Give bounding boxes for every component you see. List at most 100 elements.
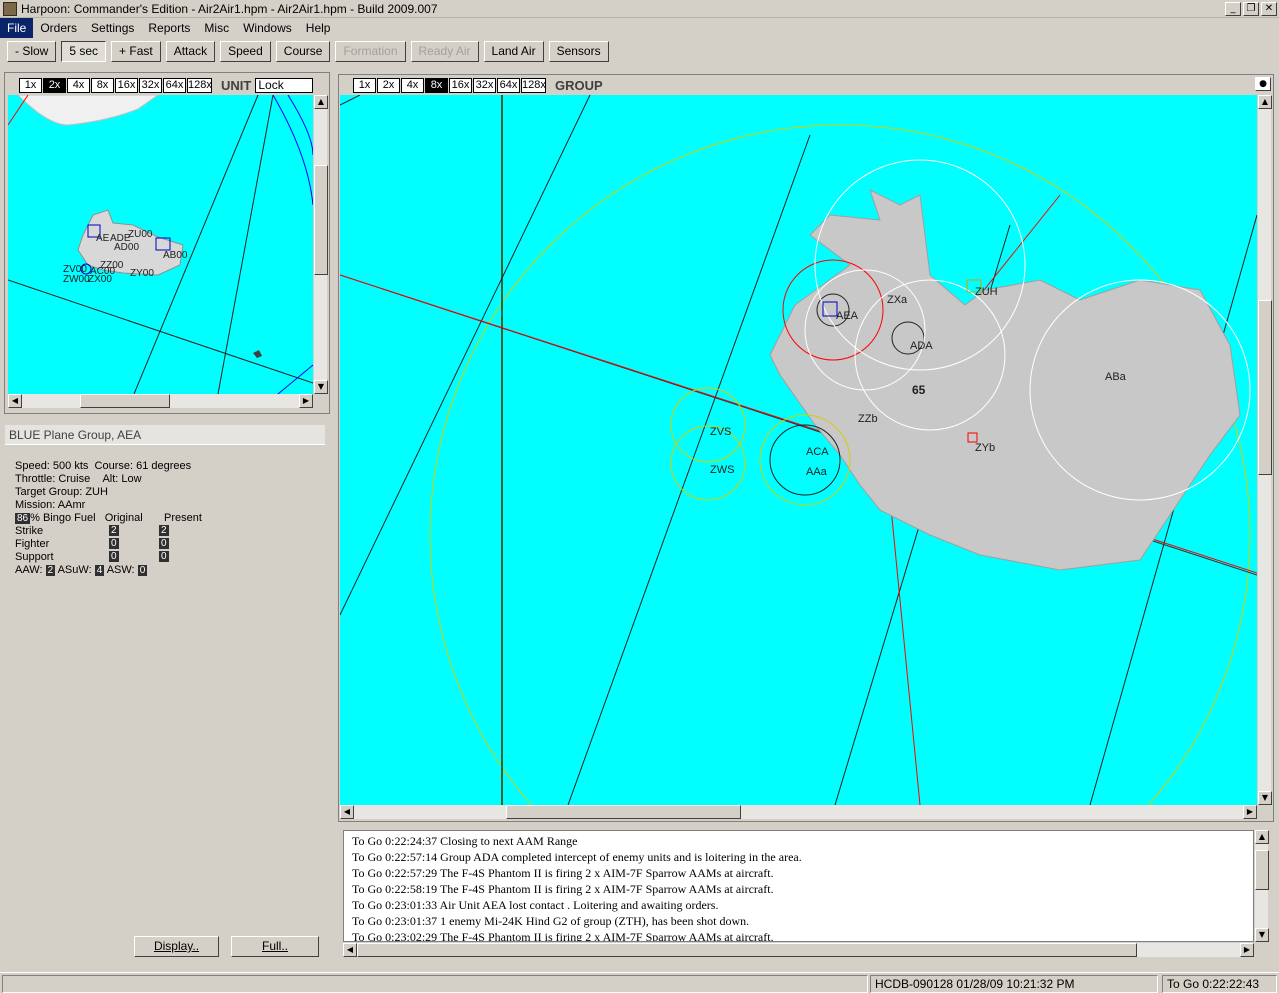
scroll-thumb[interactable] (1255, 850, 1269, 890)
scroll-right-icon[interactable]: ▶ (299, 394, 313, 408)
iceland-landmass (769, 189, 1241, 571)
group-zoom-2x[interactable]: 2x (377, 77, 400, 93)
mission-text: Mission: AAmr (15, 499, 86, 511)
close-icon[interactable]: ✕ (1261, 1, 1277, 16)
asuw-value: 4 (94, 565, 105, 576)
scroll-left-icon[interactable]: ◀ (340, 805, 354, 819)
range-circle-aca (759, 414, 851, 506)
unit-range-arc (272, 95, 313, 206)
scroll-right-icon[interactable]: ▶ (1243, 805, 1257, 819)
row-name: Fighter (15, 538, 50, 550)
group-map-canvas[interactable]: AEA ZXa ZUH ADA ABa 65 ZZb ZVS ACA AAa Z… (340, 95, 1257, 805)
unit-zoom-128x[interactable]: 128x (187, 77, 212, 93)
group-map-hscroll[interactable]: ◀ ▶ (340, 805, 1257, 819)
message-log[interactable]: To Go 0:22:24:37 Closing to next AAM Ran… (343, 830, 1254, 942)
menu-orders[interactable]: Orders (33, 18, 84, 38)
time-step-button[interactable]: 5 sec (61, 40, 107, 62)
course-text: Course: 61 degrees (94, 460, 192, 472)
row-present: 2 (159, 525, 169, 536)
lock-field[interactable]: Lock (255, 77, 314, 93)
group-zoom-128x[interactable]: 128x (521, 77, 546, 93)
log-line: To Go 0:22:57:29 The F-4S Phantom II is … (352, 866, 774, 880)
unit-zoom-1x[interactable]: 1x (19, 77, 42, 93)
grid-line-2 (567, 134, 811, 805)
aaw-value: 2 (45, 565, 56, 576)
unit-zoom-32x[interactable]: 32x (139, 77, 162, 93)
toolbar: - Slow 5 sec + Fast Attack Speed Course … (0, 39, 1279, 63)
map-label-zyb: ZYb (975, 442, 996, 454)
faroe-islands (253, 350, 262, 358)
unit-label-zw00: ZW00 (63, 274, 90, 285)
scroll-left-icon[interactable]: ◀ (343, 943, 357, 957)
land-air-button[interactable]: Land Air (483, 40, 544, 62)
unit-zoom-4x[interactable]: 4x (67, 77, 90, 93)
row-original: 2 (109, 525, 119, 536)
scroll-down-icon[interactable]: ▼ (314, 380, 328, 394)
unit-label-ac00: AC00 (90, 266, 116, 277)
menu-reports[interactable]: Reports (141, 18, 197, 38)
scroll-up-icon[interactable]: ▲ (1258, 95, 1272, 109)
unit-zoom-2x[interactable]: 2x (43, 77, 66, 93)
unit-label-zu00: ZU00 (128, 229, 153, 240)
scroll-thumb[interactable] (1258, 300, 1272, 475)
scroll-thumb[interactable] (357, 943, 1137, 957)
unit-zoom-16x[interactable]: 16x (115, 77, 138, 93)
alt-text: Alt: Low (102, 473, 142, 485)
scroll-right-icon[interactable]: ▶ (1240, 943, 1254, 957)
menu-help[interactable]: Help (299, 18, 338, 38)
menu-settings[interactable]: Settings (84, 18, 141, 38)
log-line: To Go 0:23:01:33 Air Unit AEA lost conta… (352, 898, 719, 912)
formation-button[interactable]: Formation (335, 40, 406, 62)
scroll-thumb[interactable] (314, 165, 328, 275)
group-zoom-64x[interactable]: 64x (497, 77, 520, 93)
speed-button[interactable]: Speed (220, 40, 271, 62)
scroll-up-icon[interactable]: ▲ (314, 95, 328, 109)
row-name: Support (15, 551, 54, 563)
map-label-aca: ACA (806, 446, 829, 458)
group-zoom-32x[interactable]: 32x (473, 77, 496, 93)
row-present: 0 (159, 551, 169, 562)
group-zoom-4x[interactable]: 4x (401, 77, 424, 93)
minimize-icon[interactable]: _ (1225, 1, 1241, 16)
scroll-down-icon[interactable]: ▼ (1255, 928, 1269, 942)
log-vscroll[interactable]: ▲ ▼ (1254, 830, 1269, 942)
menu-windows[interactable]: Windows (236, 18, 299, 38)
asw-label: ASW: (106, 564, 135, 576)
course-button[interactable]: Course (275, 40, 331, 62)
sensors-button[interactable]: Sensors (548, 40, 609, 62)
attack-button[interactable]: Attack (165, 40, 216, 62)
log-hscroll[interactable]: ◀ ▶ (343, 943, 1254, 957)
display-button[interactable]: Display.. (134, 936, 219, 957)
target-text: Target Group: ZUH (15, 486, 108, 498)
group-zoom-16x[interactable]: 16x (449, 77, 472, 93)
group-map-vscroll[interactable]: ▲ ▼ (1257, 95, 1272, 805)
map-label-zxa: ZXa (887, 294, 908, 306)
scroll-thumb[interactable] (80, 394, 170, 408)
fast-button[interactable]: + Fast (111, 40, 161, 62)
scroll-left-icon[interactable]: ◀ (8, 394, 22, 408)
group-zoom-1x[interactable]: 1x (353, 77, 376, 93)
full-button[interactable]: Full.. (231, 936, 319, 957)
unit-zoom-8x[interactable]: 8x (91, 77, 114, 93)
scroll-down-icon[interactable]: ▼ (1258, 791, 1272, 805)
unit-label-ab00: AB00 (163, 250, 188, 261)
scroll-thumb[interactable] (506, 805, 741, 819)
slow-button[interactable]: - Slow (7, 40, 57, 62)
ready-air-button[interactable]: Ready Air (410, 40, 479, 62)
scroll-up-icon[interactable]: ▲ (1255, 830, 1269, 844)
group-zoom-8x[interactable]: 8x (425, 77, 448, 93)
range-circle-zvs (670, 387, 746, 463)
unit-map-hscroll[interactable]: ◀ ▶ (8, 394, 313, 408)
unit-map-canvas[interactable]: AE ADE ZU00 AD00 AB00 ZZ00 ZY00 ZV00 ZW0… (8, 95, 313, 394)
map-options-icon[interactable]: ● (1255, 77, 1271, 91)
menu-misc[interactable]: Misc (197, 18, 236, 38)
map-label-zvs: ZVS (710, 426, 732, 438)
unit-map-vscroll[interactable]: ▲ ▼ (313, 95, 328, 394)
restore-icon[interactable]: ❐ (1243, 1, 1259, 16)
menu-file[interactable]: File (0, 18, 34, 38)
unit-zoom-64x[interactable]: 64x (163, 77, 186, 93)
unit-range-line (277, 364, 313, 394)
status-cell-empty (2, 975, 868, 993)
throttle-text: Throttle: Cruise (15, 473, 91, 485)
app-icon (3, 1, 17, 16)
